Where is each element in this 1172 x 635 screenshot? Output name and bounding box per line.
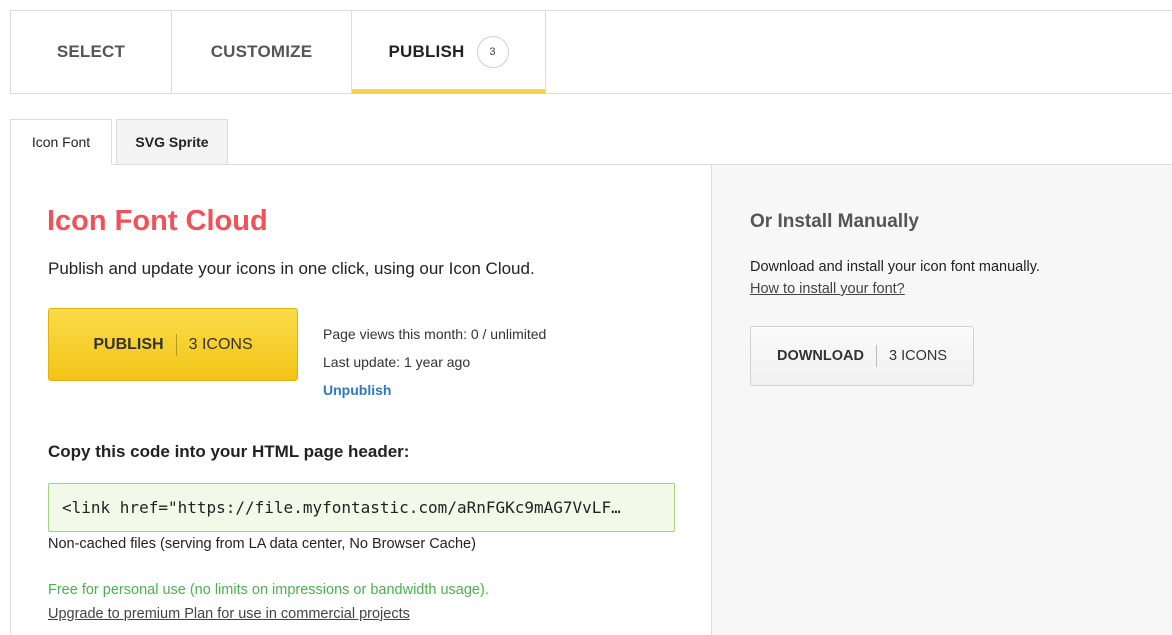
tab-svg-sprite-label: SVG Sprite xyxy=(135,134,209,150)
unpublish-link[interactable]: Unpublish xyxy=(323,382,391,398)
step-customize-label: CUSTOMIZE xyxy=(210,42,313,61)
icon-cloud-section: Icon Font Cloud Publish and update your … xyxy=(11,165,711,635)
last-update-text: Last update: 1 year ago xyxy=(323,354,471,370)
publish-button-label: PUBLISH xyxy=(93,335,164,353)
noncached-note: Non-cached files (serving from LA data c… xyxy=(48,536,476,552)
how-to-install-link[interactable]: How to install your font? xyxy=(750,281,905,297)
section-title: Icon Font Cloud xyxy=(47,205,268,237)
step-customize-tab[interactable]: CUSTOMIZE xyxy=(172,11,352,93)
upgrade-link[interactable]: Upgrade to premium Plan for use in comme… xyxy=(48,606,410,622)
publish-button[interactable]: PUBLISH 3 ICONS xyxy=(48,308,298,381)
step-publish-label: PUBLISH xyxy=(388,42,465,61)
step-publish-tab[interactable]: PUBLISH 3 xyxy=(352,11,546,94)
tab-svg-sprite[interactable]: SVG Sprite xyxy=(116,119,228,165)
section-description: Publish and update your icons in one cli… xyxy=(48,259,535,278)
manual-install-title: Or Install Manually xyxy=(750,211,919,232)
manual-install-section: Or Install Manually Download and install… xyxy=(711,165,1172,635)
manual-install-description: Download and install your icon font manu… xyxy=(750,259,1040,275)
tab-icon-font-label: Icon Font xyxy=(31,134,91,150)
embed-code-field[interactable]: <link href="https://file.myfontastic.com… xyxy=(48,483,675,532)
publish-stats: Page views this month: 0 / unlimited Las… xyxy=(323,320,546,404)
publish-button-count: 3 ICONS xyxy=(188,335,253,353)
download-button-label: DOWNLOAD xyxy=(776,348,864,364)
publish-panel: Icon Font Cloud Publish and update your … xyxy=(10,164,1172,635)
wizard-steps: SELECT CUSTOMIZE PUBLISH 3 xyxy=(10,10,1172,94)
embed-code-text: <link href="https://file.myfontastic.com… xyxy=(62,498,621,517)
step-select-tab[interactable]: SELECT xyxy=(11,11,172,93)
tab-icon-font[interactable]: Icon Font xyxy=(10,119,112,165)
step-select-label: SELECT xyxy=(56,42,126,61)
button-divider xyxy=(875,345,877,367)
download-button-count: 3 ICONS xyxy=(888,348,947,364)
download-button[interactable]: DOWNLOAD 3 ICONS xyxy=(750,326,974,386)
page-views-text: Page views this month: 0 / unlimited xyxy=(323,326,547,342)
free-usage-note: Free for personal use (no limits on impr… xyxy=(48,582,489,598)
copy-code-heading: Copy this code into your HTML page heade… xyxy=(48,442,410,461)
publish-count-badge: 3 xyxy=(476,36,509,68)
button-divider xyxy=(175,333,177,356)
